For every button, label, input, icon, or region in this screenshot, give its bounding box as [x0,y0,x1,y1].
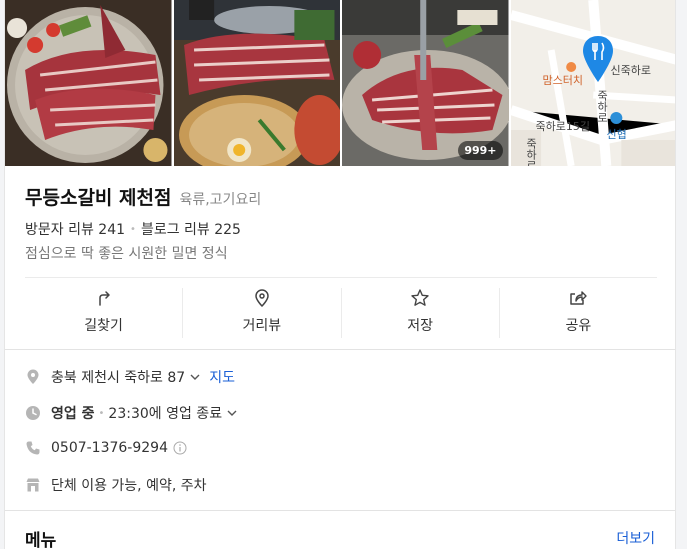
photo-1[interactable] [5,0,172,166]
phone-row: 0507-1376-9294 [25,440,187,456]
amenities-text: 단체 이용 가능, 예약, 주차 [51,478,207,494]
save-button[interactable]: 저장 [342,288,500,338]
directions-icon [98,291,110,306]
chevron-down-icon[interactable] [226,407,238,419]
phone-number[interactable]: 0507-1376-9294 [51,440,168,456]
phone-icon [26,441,40,455]
photo-2[interactable] [173,0,340,166]
hours-row: 영업 중 • 23:30에 영업 종료 [25,403,238,423]
photo-strip: 999+ 신죽하로 죽하로 죽하로15길 죽하로11길 맘스터치 신협 [5,0,675,166]
location-icon [27,369,39,384]
map-link[interactable]: 지도 [209,367,235,387]
photo-3[interactable]: 999+ [342,0,509,166]
store-icon [26,478,40,492]
place-card: 999+ 신죽하로 죽하로 죽하로15길 죽하로11길 맘스터치 신협 [4,0,676,549]
place-tagline: 점심으로 딱 좋은 시원한 밀면 정식 [25,246,228,262]
address-row: 충북 제천시 죽하로 87 지도 [25,367,235,387]
map-pin-icon [582,36,613,82]
photo-count-badge: 999+ [458,141,503,160]
action-bar: 길찾기 거리뷰 저장 공유 [25,288,657,338]
place-category: 육류,고기요리 [179,192,262,208]
address-text[interactable]: 충북 제천시 죽하로 87 [51,367,185,387]
map-street-label: 죽하로11길 [523,138,539,166]
streetview-button[interactable]: 거리뷰 [183,288,342,338]
streetview-icon [255,289,269,308]
save-label: 저장 [407,318,433,334]
directions-button[interactable]: 길찾기 [25,288,184,338]
menu-section-title: 메뉴 [25,531,57,549]
clock-icon [26,406,40,420]
visitor-reviews-link[interactable]: 방문자 리뷰 241 [25,219,125,239]
share-icon [570,291,588,305]
separator-dot: • [98,407,105,419]
place-name[interactable]: 무등소갈비 제천점 [25,183,171,210]
map-street-label: 죽하로 [595,90,609,123]
place-header: 무등소갈비 제천점 육류,고기요리 [25,183,261,210]
business-status: 영업 중 [51,406,95,422]
map-poi-label: 신협 [606,128,627,141]
menu-more-link[interactable]: 더보기 [616,528,655,548]
divider [25,277,657,278]
share-label: 공유 [565,318,592,334]
chevron-down-icon[interactable] [189,371,201,383]
share-button[interactable]: 공유 [500,288,657,338]
amenities-row: 단체 이용 가능, 예약, 주차 [25,475,207,495]
directions-label: 길찾기 [84,318,123,334]
map-poi-label: 맘스터치 [542,74,583,87]
star-icon [411,289,429,306]
map-thumbnail[interactable]: 신죽하로 죽하로 죽하로15길 죽하로11길 맘스터치 신협 [510,0,675,166]
section-divider [5,510,675,511]
info-icon[interactable] [173,441,187,455]
streetview-label: 거리뷰 [242,318,282,334]
business-hours[interactable]: 23:30에 영업 종료 [108,403,222,423]
separator-dot: • [130,223,136,235]
blog-reviews-link[interactable]: 블로그 리뷰 225 [141,219,241,239]
review-summary: 방문자 리뷰 241 • 블로그 리뷰 225 [25,219,241,239]
map-street-label: 신죽하로 [610,64,651,77]
map-street-label: 죽하로15길 [535,120,590,133]
section-divider [5,349,675,350]
